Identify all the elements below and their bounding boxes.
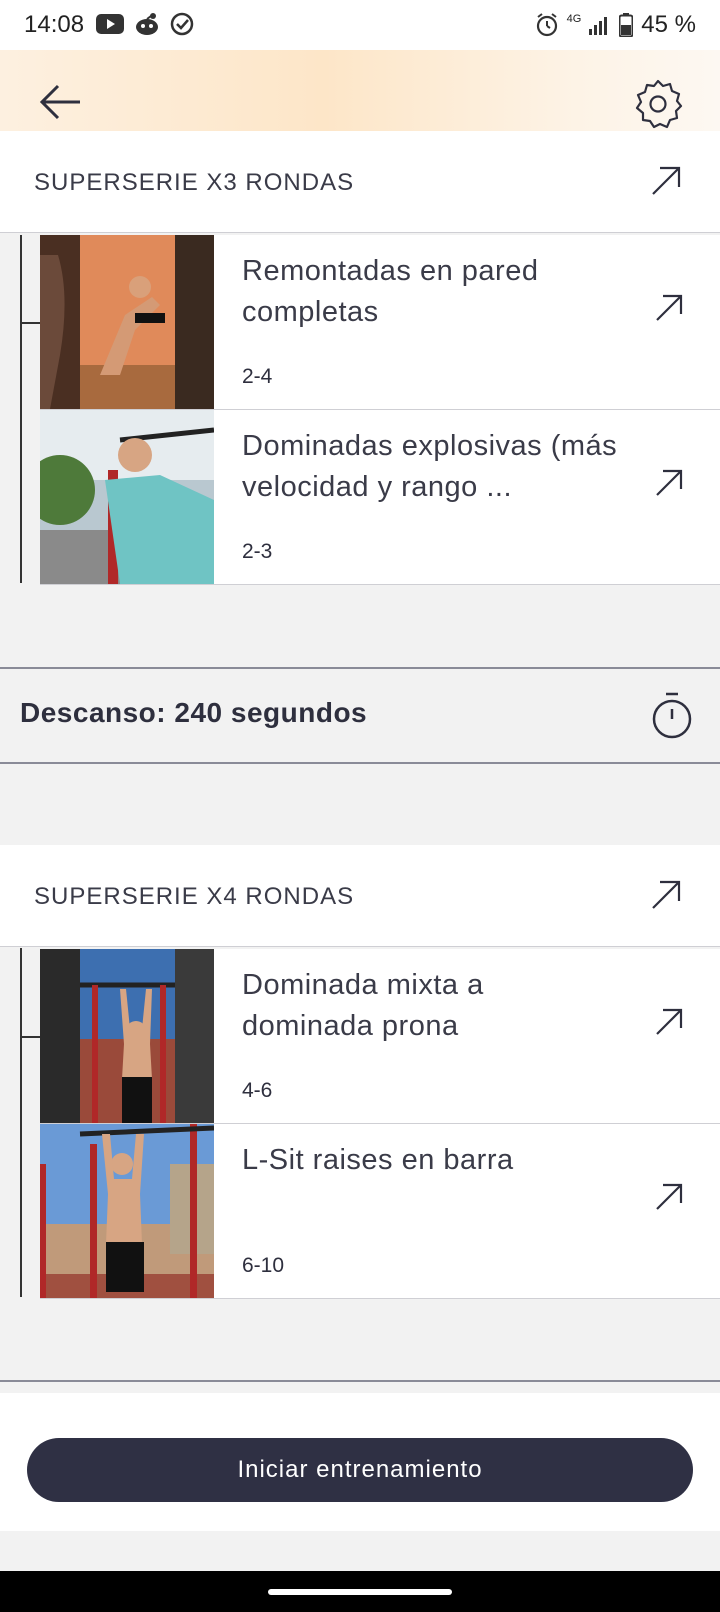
signal-icon xyxy=(589,17,608,35)
check-circle-icon xyxy=(170,12,194,36)
exercise-row[interactable]: Remontadas en pared completas 2-4 xyxy=(40,235,720,410)
battery-level: 45 % xyxy=(641,11,696,38)
action-area: Iniciar entrenamiento xyxy=(0,1393,720,1531)
superset-bracket xyxy=(20,948,22,1297)
exercise-thumbnail xyxy=(40,949,214,1123)
exercise-name: Dominada mixta a dominada prona xyxy=(242,969,484,1042)
back-button[interactable] xyxy=(36,78,84,126)
battery-icon xyxy=(619,13,634,37)
external-arrow-icon[interactable] xyxy=(652,291,686,325)
superset-title: SUPERSERIE X3 RONDAS xyxy=(34,169,355,196)
start-workout-button[interactable]: Iniciar entrenamiento xyxy=(27,1438,693,1502)
external-arrow-icon[interactable] xyxy=(652,1005,686,1039)
settings-button[interactable] xyxy=(632,78,684,130)
system-nav-bar xyxy=(0,1571,720,1612)
exercise-thumbnail xyxy=(40,410,214,584)
youtube-icon xyxy=(96,14,124,34)
exercise-name: L-Sit raises en barra xyxy=(242,1144,514,1176)
gear-icon xyxy=(635,79,683,129)
superset-bracket-tick xyxy=(20,322,40,324)
home-gesture-pill[interactable] xyxy=(268,1589,452,1595)
external-arrow-icon[interactable] xyxy=(652,466,686,500)
alarm-icon xyxy=(536,13,557,37)
reddit-icon xyxy=(136,13,158,35)
superset-title: SUPERSERIE X4 RONDAS xyxy=(34,883,355,910)
exercise-row[interactable]: Dominada mixta a dominada prona 4-6 xyxy=(40,949,720,1124)
exercise-reps: 2-3 xyxy=(242,540,273,563)
superset-header-1[interactable]: SUPERSERIE X3 RONDAS xyxy=(0,131,720,233)
external-arrow-icon[interactable] xyxy=(648,877,684,913)
superset-header-2[interactable]: SUPERSERIE X4 RONDAS xyxy=(0,845,720,947)
exercise-reps: 4-6 xyxy=(242,1079,273,1102)
exercise-thumbnail xyxy=(40,1124,214,1298)
exercise-row[interactable]: Dominadas explosivas (más velocidad y ra… xyxy=(40,410,720,585)
divider xyxy=(0,1380,720,1382)
superset-bracket-tick xyxy=(20,1036,40,1038)
exercise-reps: 2-4 xyxy=(242,365,273,388)
stopwatch-icon xyxy=(652,692,692,739)
superset-bracket xyxy=(20,235,22,583)
app-header xyxy=(0,50,720,131)
back-arrow-icon xyxy=(39,84,80,120)
notification-icons xyxy=(96,12,194,36)
status-time: 14:08 xyxy=(24,11,85,38)
rest-bar: Descanso: 240 segundos xyxy=(0,667,720,764)
external-arrow-icon[interactable] xyxy=(648,163,684,199)
workout-detail-screen: 14:08 4G 45 % SUPERSERIE X3 RONDAS Remon… xyxy=(0,0,720,1612)
status-bar: 14:08 4G 45 % xyxy=(0,0,720,50)
external-arrow-icon[interactable] xyxy=(652,1180,686,1214)
exercise-thumbnail xyxy=(40,235,214,409)
exercise-row[interactable]: L-Sit raises en barra 6-10 xyxy=(40,1124,720,1299)
exercise-name: Dominadas explosivas (más velocidad y ra… xyxy=(242,430,618,503)
rest-label: Descanso: 240 segundos xyxy=(20,697,368,728)
system-icons: 4G 45 % xyxy=(535,11,696,39)
exercise-reps: 6-10 xyxy=(242,1254,285,1277)
network-type: 4G xyxy=(566,13,582,25)
exercise-name: Remontadas en pared completas xyxy=(242,255,539,328)
